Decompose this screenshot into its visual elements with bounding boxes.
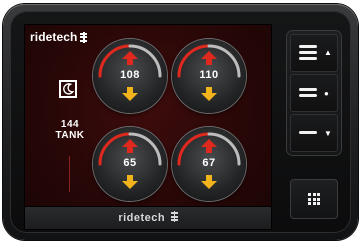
- arrow-up-icon[interactable]: [121, 50, 139, 66]
- arrow-up-icon[interactable]: [200, 50, 218, 66]
- preset-ride-button[interactable]: ●: [290, 74, 338, 112]
- brand-mark-icon: [170, 211, 178, 222]
- brand-logo: ridetech: [30, 30, 88, 44]
- grid-icon: [308, 193, 320, 205]
- arrow-up-icon[interactable]: [200, 138, 218, 154]
- gauge-value: 65: [123, 157, 137, 169]
- display-screen: ridetech 144 TANK 108 110 65 67 ridetech: [25, 25, 271, 229]
- chevron-down-icon: ▼: [324, 129, 332, 138]
- arrow-down-icon[interactable]: [121, 174, 139, 190]
- dot-icon: ●: [324, 89, 329, 98]
- level-bar-icon: [299, 131, 317, 134]
- gauge-value: 108: [120, 69, 140, 81]
- arrow-down-icon[interactable]: [200, 174, 218, 190]
- level-bar-icon: [299, 51, 317, 54]
- footer-brand-name: ridetech: [118, 212, 166, 224]
- level-bar-icon: [299, 45, 317, 48]
- gauge-value: 110: [199, 69, 219, 81]
- arrow-down-icon[interactable]: [121, 86, 139, 102]
- footer-brand: ridetech: [25, 211, 271, 224]
- screen-footer: ridetech: [25, 206, 271, 229]
- preset-high-button[interactable]: ▲: [290, 34, 338, 72]
- tank-pressure-value: 144: [60, 119, 80, 130]
- gauge-rear-left[interactable]: 65: [93, 127, 167, 201]
- menu-button[interactable]: [290, 179, 338, 219]
- gauge-front-right[interactable]: 110: [172, 39, 246, 113]
- preset-low-button[interactable]: ▼: [290, 114, 338, 152]
- brand-mark-icon: [80, 31, 88, 43]
- chevron-up-icon: ▲: [324, 48, 332, 57]
- gauge-front-left[interactable]: 108: [93, 39, 167, 113]
- brand-name: ridetech: [30, 30, 78, 44]
- tank-divider: [69, 156, 70, 192]
- level-bar-icon: [299, 94, 317, 97]
- level-bar-icon: [299, 88, 317, 91]
- arrow-down-icon[interactable]: [200, 86, 218, 102]
- arrow-up-icon[interactable]: [121, 138, 139, 154]
- tank-label: TANK: [55, 130, 85, 141]
- gauge-rear-right[interactable]: 67: [172, 127, 246, 201]
- preset-button-panel: ▲ ● ▼: [287, 31, 341, 155]
- gauge-value: 67: [202, 157, 216, 169]
- level-bar-icon: [299, 57, 317, 60]
- controller-device: ridetech 144 TANK 108 110 65 67 ridetech…: [3, 4, 358, 240]
- moon-icon[interactable]: [59, 80, 77, 98]
